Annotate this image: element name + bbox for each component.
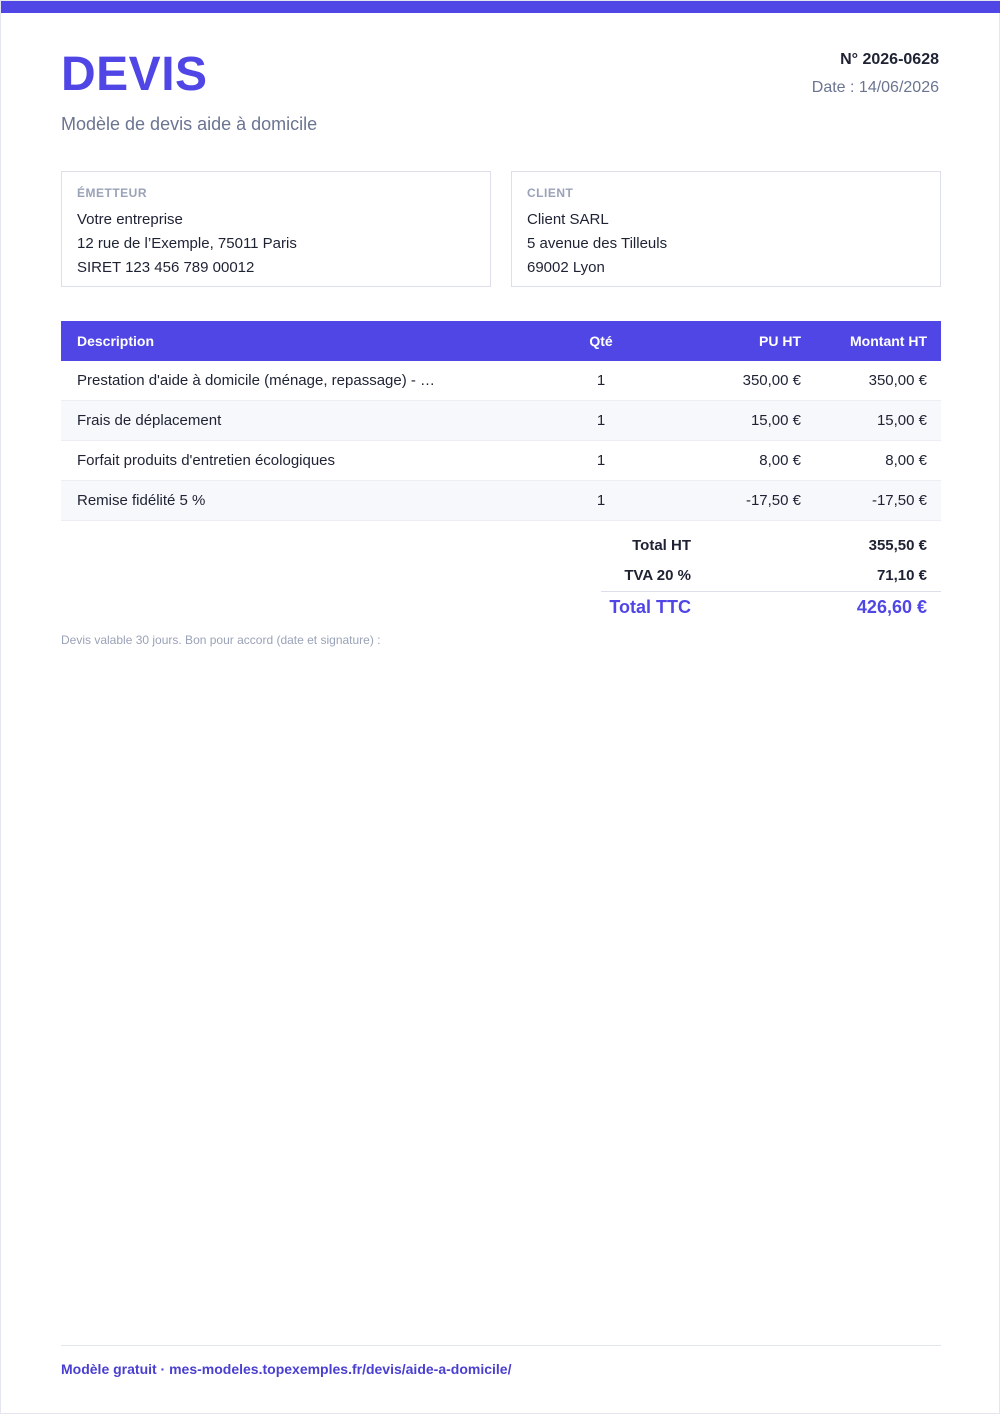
emitter-line: 12 rue de l’Exemple, 75011 Paris [77,235,297,252]
client-line: 5 avenue des Tilleuls [527,235,668,252]
client-line: 69002 Lyon [527,259,605,276]
row-qty: 1 [596,372,606,389]
total-ttc-value: 426,60 € [856,597,927,617]
row-qty: 1 [596,492,606,509]
document-subtitle: Modèle de devis aide à domicile [61,114,318,134]
row-qty: 1 [596,452,606,469]
document-page: DEVIS Modèle de devis aide à domicile N°… [0,0,1000,1414]
emitter-box: ÉMETTEUR Votre entreprise 12 rue de l’Ex… [61,171,491,287]
table-row: Forfait produits d'entretien écologiques… [61,441,941,481]
table-row: Frais de déplacement 1 15,00 € 15,00 € [61,401,941,441]
client-label: CLIENT [527,186,574,200]
row-description: Remise fidélité 5 % [77,492,206,509]
emitter-label: ÉMETTEUR [77,186,147,200]
tva-label: TVA 20 % [624,567,691,584]
row-amount: -17,50 € [871,492,927,509]
row-unit-price: 8,00 € [759,452,801,469]
row-qty: 1 [596,412,606,429]
footer-divider [61,1345,941,1346]
row-amount: 350,00 € [868,372,927,389]
quote-date: Date : 14/06/2026 [811,79,939,96]
table-row: Remise fidélité 5 % 1 -17,50 € -17,50 € [61,481,941,521]
tva-row: TVA 20 % 71,10 € [561,561,941,591]
total-ht-value: 355,50 € [868,537,927,554]
client-box: CLIENT Client SARL 5 avenue des Tilleuls… [511,171,941,287]
table-row: Prestation d'aide à domicile (ménage, re… [61,361,941,401]
total-ht-row: Total HT 355,50 € [561,531,941,561]
emitter-line: Votre entreprise [77,211,183,228]
row-amount: 15,00 € [876,412,927,429]
total-ht-label: Total HT [632,537,691,554]
total-ttc-label: Total TTC [609,597,691,617]
footer-link[interactable]: Modèle gratuit · mes-modeles.topexemples… [61,1361,511,1377]
table-header: Description Qté PU HT Montant HT [61,321,941,361]
header-amount: Montant HT [850,333,927,349]
emitter-line: SIRET 123 456 789 00012 [77,259,255,276]
row-amount: 8,00 € [885,452,927,469]
accent-bar [1,1,1000,13]
row-description: Prestation d'aide à domicile (ménage, re… [77,372,436,389]
validity-note: Devis valable 30 jours. Bon pour accord … [61,633,381,647]
items-table: Description Qté PU HT Montant HT Prestat… [61,321,941,521]
totals-block: Total HT 355,50 € TVA 20 % 71,10 € Total… [561,531,941,624]
header-unit-price: PU HT [759,333,801,349]
row-unit-price: -17,50 € [745,492,801,509]
row-unit-price: 350,00 € [742,372,801,389]
row-unit-price: 15,00 € [750,412,801,429]
header-qty: Qté [589,333,613,349]
total-ttc-row: Total TTC 426,60 € [601,591,941,624]
quote-number: N° 2026-0628 [840,51,939,68]
tva-value: 71,10 € [876,567,927,584]
row-description: Frais de déplacement [77,412,222,429]
client-line: Client SARL [527,211,609,228]
row-description: Forfait produits d'entretien écologiques [77,452,336,469]
header-description: Description [77,333,155,349]
document-title: DEVIS [61,48,208,101]
